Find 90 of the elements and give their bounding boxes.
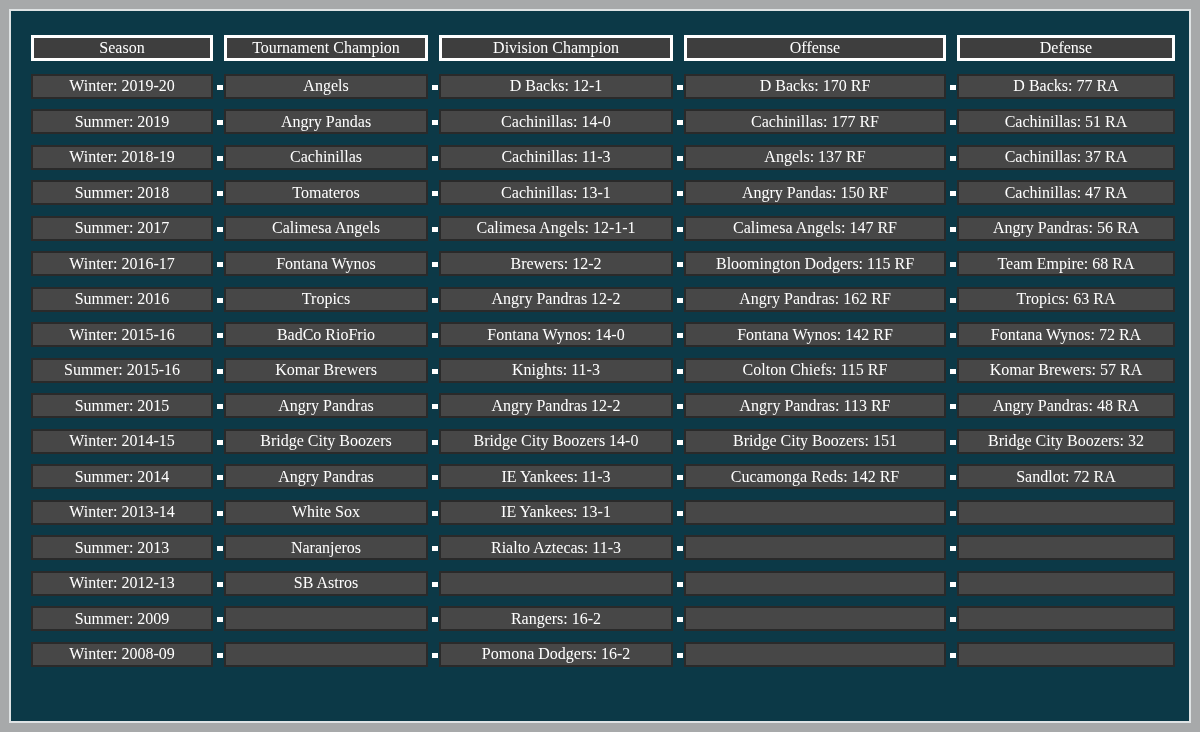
link-marker (432, 652, 438, 658)
link-marker (950, 191, 956, 196)
table-cell: Summer: 2015 (31, 393, 213, 418)
link-marker (217, 155, 223, 161)
link-marker (217, 475, 223, 480)
link-marker (950, 368, 956, 374)
link-marker (677, 191, 683, 196)
link-marker (217, 191, 223, 196)
link-marker (217, 652, 223, 658)
table-cell: Winter: 2016-17 (31, 251, 213, 276)
link-marker (217, 120, 223, 125)
link-marker (677, 155, 683, 161)
link-marker (217, 297, 223, 303)
link-marker (677, 652, 683, 658)
table-cell: Summer: 2018 (31, 180, 213, 205)
column-header: Division Champion (439, 35, 673, 61)
link-marker (950, 546, 956, 551)
link-marker (217, 439, 223, 445)
link-marker (677, 333, 683, 338)
link-marker (432, 617, 438, 622)
link-marker (432, 439, 438, 445)
link-marker (432, 120, 438, 125)
column-header: Season (31, 35, 213, 61)
link-marker (217, 84, 223, 90)
table-cell: Winter: 2008-09 (31, 641, 213, 667)
link-marker (432, 475, 438, 480)
link-marker (950, 297, 956, 303)
link-marker (432, 581, 438, 587)
table-cell: Summer: 2015-16 (31, 357, 213, 383)
link-marker (677, 475, 683, 480)
link-marker (677, 510, 683, 516)
column-header: Offense (684, 35, 946, 61)
link-marker (677, 226, 683, 232)
link-marker (432, 155, 438, 161)
link-marker (677, 439, 683, 445)
link-marker (432, 226, 438, 232)
table-cell: Summer: 2009 (31, 606, 213, 631)
table-cell: Winter: 2019-20 (31, 73, 213, 99)
link-marker (950, 439, 956, 445)
link-marker (950, 333, 956, 338)
table-cell: Summer: 2016 (31, 286, 213, 312)
link-marker (950, 404, 956, 409)
link-marker (432, 262, 438, 267)
link-marker (432, 546, 438, 551)
link-marker (950, 510, 956, 516)
link-marker (677, 404, 683, 409)
link-marker (217, 617, 223, 622)
column-header: Tournament Champion (224, 35, 428, 61)
link-marker (677, 120, 683, 125)
link-marker (950, 262, 956, 267)
link-marker (217, 368, 223, 374)
table-cell: Summer: 2017 (31, 215, 213, 241)
column-header: Defense (957, 35, 1175, 61)
link-marker (217, 262, 223, 267)
table-cell: Winter: 2014-15 (31, 428, 213, 454)
link-marker (677, 581, 683, 587)
link-marker (217, 546, 223, 551)
link-marker (432, 368, 438, 374)
link-marker (677, 617, 683, 622)
link-marker (217, 510, 223, 516)
link-marker (950, 617, 956, 622)
link-marker (217, 226, 223, 232)
link-marker (217, 404, 223, 409)
link-marker (950, 475, 956, 480)
table-cell: Summer: 2014 (31, 464, 213, 489)
link-marker (677, 368, 683, 374)
link-marker (677, 297, 683, 303)
link-marker (950, 581, 956, 587)
table-cell: Winter: 2013-14 (31, 499, 213, 525)
table-cell: Summer: 2019 (31, 109, 213, 134)
link-marker (432, 191, 438, 196)
link-marker (677, 262, 683, 267)
table-cell: Winter: 2018-19 (31, 144, 213, 170)
table-cell: Summer: 2013 (31, 535, 213, 560)
link-marker (432, 510, 438, 516)
link-marker (950, 84, 956, 90)
table-cell: Winter: 2012-13 (31, 570, 213, 596)
link-marker (432, 333, 438, 338)
link-marker (432, 297, 438, 303)
link-marker (217, 333, 223, 338)
link-marker (677, 546, 683, 551)
link-marker (432, 84, 438, 90)
link-marker (677, 84, 683, 90)
link-marker (950, 226, 956, 232)
link-marker (950, 155, 956, 161)
table-cell: Winter: 2015-16 (31, 322, 213, 347)
link-marker (950, 120, 956, 125)
link-marker (950, 652, 956, 658)
link-marker (217, 581, 223, 587)
link-marker (432, 404, 438, 409)
